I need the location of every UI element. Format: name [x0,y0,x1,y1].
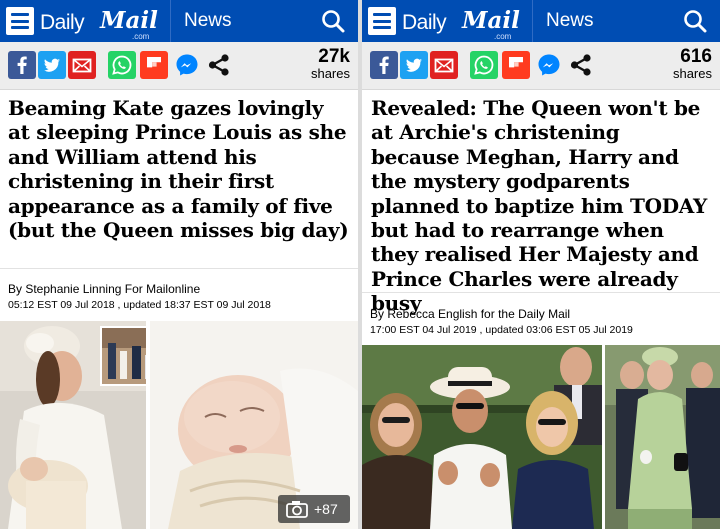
article-meta: By Rebecca English for the Daily Mail 17… [362,292,720,342]
share-icon[interactable] [205,51,233,79]
section-link-news[interactable]: News [184,10,232,32]
twitter-icon[interactable] [400,51,428,79]
email-icon[interactable] [430,51,458,79]
menu-icon[interactable] [6,7,34,35]
share-count: 27k shares [310,46,350,81]
share-count: 616 shares [672,46,712,81]
facebook-icon[interactable] [8,51,36,79]
share-bar: 27k shares [0,42,358,90]
gallery-count: +87 [314,501,338,517]
gallery-badge[interactable]: +87 [278,495,350,523]
article-photo-wimbledon[interactable] [362,345,720,529]
article-headline[interactable]: Beaming Kate gazes lovingly at sleeping … [8,96,350,242]
twitter-icon[interactable] [38,51,66,79]
article-panel-right: Daily Mail .com News 616 shares Revealed… [362,0,720,529]
article-byline: By Stephanie Linning For Mailonline [8,282,201,296]
top-navigation-bar: Daily Mail .com News [362,0,720,42]
section-link-news[interactable]: News [546,10,594,32]
messenger-icon[interactable] [174,52,200,78]
whatsapp-icon[interactable] [470,51,498,79]
header-divider [532,0,533,42]
top-navigation-bar: Daily Mail .com News [0,0,358,42]
messenger-icon[interactable] [536,52,562,78]
article-dateline: 17:00 EST 04 Jul 2019 , updated 03:06 ES… [370,324,633,336]
flipboard-icon[interactable] [502,51,530,79]
article-dateline: 05:12 EST 09 Jul 2018 , updated 18:37 ES… [8,299,271,311]
camera-icon [286,501,308,518]
article-headline[interactable]: Revealed: The Queen won't be at Archie's… [371,96,713,316]
article-meta: By Stephanie Linning For Mailonline 05:1… [0,268,358,320]
flipboard-icon[interactable] [140,51,168,79]
article-byline: By Rebecca English for the Daily Mail [370,307,571,321]
share-bar: 616 shares [362,42,720,90]
email-icon[interactable] [68,51,96,79]
search-icon[interactable] [320,8,346,34]
whatsapp-icon[interactable] [108,51,136,79]
facebook-icon[interactable] [370,51,398,79]
menu-icon[interactable] [368,7,396,35]
search-icon[interactable] [682,8,708,34]
header-divider [170,0,171,42]
article-panel-left: Daily Mail .com News 27k shares Beaming … [0,0,358,529]
share-icon[interactable] [567,51,595,79]
article-photo-christening[interactable]: +87 [0,321,358,529]
